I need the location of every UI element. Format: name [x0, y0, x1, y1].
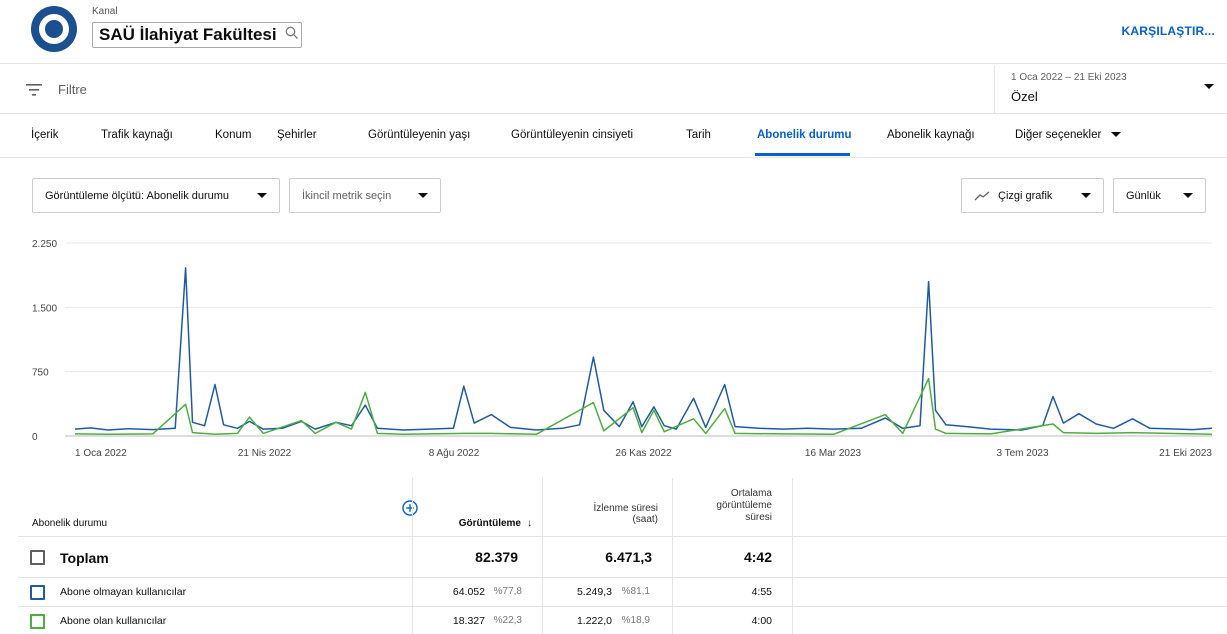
tab-content[interactable]: İçerik — [31, 129, 58, 141]
col-header-views: Görüntüleme — [458, 518, 521, 529]
tab-location[interactable]: Konum — [215, 129, 251, 141]
caret-down-icon — [1081, 193, 1091, 198]
row-views: 64.052 — [452, 586, 485, 598]
line-chart-icon — [974, 191, 990, 200]
total-label: Toplam — [60, 550, 109, 566]
y-tick-label: 1.500 — [32, 303, 57, 314]
nonsub-checkbox[interactable] — [30, 585, 45, 600]
sort-arrow-down-icon: ↓ — [527, 518, 532, 529]
caret-down-icon — [1183, 193, 1193, 198]
filter-bar: Filtre 1 Oca 2022 – 21 Eki 2023 Özel — [0, 65, 1227, 114]
col-avg-duration[interactable]: Ortalama görüntüleme süresi — [672, 478, 793, 536]
table-row: Abone olan kullanıcılar 18.327 %22,3 1.2… — [18, 607, 1227, 634]
x-tick-label: 21 Nis 2022 — [238, 448, 292, 459]
filter-input[interactable]: Filtre — [58, 82, 87, 97]
view-by-dropdown[interactable]: Görüntüleme ölçütü: Abonelik durumu — [32, 178, 280, 213]
channel-avatar[interactable] — [31, 6, 77, 52]
view-by-label: Görüntüleme ölçütü: Abonelik durumu — [45, 189, 230, 202]
row-views: 18.327 — [452, 615, 485, 627]
search-icon[interactable] — [285, 26, 299, 45]
caret-down-icon — [1110, 132, 1121, 138]
col-views[interactable]: Görüntüleme ↓ — [412, 478, 542, 536]
x-tick-label: 26 Kas 2022 — [615, 448, 672, 459]
y-tick-label: 2.250 — [32, 239, 57, 250]
filter-icon[interactable] — [26, 83, 42, 101]
granularity-dropdown[interactable]: Günlük — [1113, 178, 1206, 213]
active-tab-indicator — [755, 153, 850, 156]
tab-subscription-status[interactable]: Abonelik durumu — [757, 129, 852, 141]
tab-cities[interactable]: Şehirler — [277, 129, 317, 141]
x-tick-label: 8 Ağu 2022 — [429, 448, 480, 459]
compare-button[interactable]: KARŞILAŞTIR... — [1122, 24, 1215, 38]
x-tick-label: 1 Oca 2022 — [75, 448, 127, 459]
tab-subscription-source[interactable]: Abonelik kaynağı — [887, 129, 975, 141]
table-row-total: Toplam 82.379 6.471,3 4:42 — [18, 537, 1227, 578]
dimension-tabs: İçerik Trafik kaynağı Konum Şehirler Gör… — [0, 115, 1227, 158]
caret-down-icon — [257, 193, 267, 198]
series-line-subscribers — [74, 377, 1213, 436]
row-avg-duration: 4:55 — [751, 586, 772, 598]
line-chart[interactable]: 0 750 1.500 2.250 1 Oca 2022 21 Nis 2022 8 Ağu… — [0, 230, 1227, 468]
chart-type-label: Çizgi grafik — [998, 189, 1053, 202]
row-label: Abone olan kullanıcılar — [60, 615, 167, 627]
granularity-label: Günlük — [1126, 189, 1161, 202]
date-preset: Özel — [1011, 89, 1038, 104]
row-watch-pct: %81,1 — [621, 586, 650, 597]
more-options-label: Diğer seçenekler — [1015, 129, 1102, 141]
secondary-metric-dropdown[interactable]: İkincil metrik seçin — [289, 178, 441, 213]
sub-checkbox[interactable] — [30, 614, 45, 629]
channel-label: Kanal — [92, 6, 118, 17]
chart-type-dropdown[interactable]: Çizgi grafik — [961, 178, 1104, 213]
date-range-text: 1 Oca 2022 – 21 Eki 2023 — [1011, 72, 1127, 83]
series-line-nonsubscribers — [74, 267, 1213, 431]
table-header-row: Abonelik durumu Görüntüleme ↓ İzlenme sür… — [18, 478, 1227, 537]
tab-viewer-gender[interactable]: Görüntüleyenin cinsiyeti — [511, 129, 633, 141]
row-label: Abone olmayan kullanıcılar — [60, 586, 187, 598]
x-tick-label: 16 Mar 2023 — [805, 448, 862, 459]
channel-name: SAÜ İlahiyat Fakültesi — [99, 25, 277, 44]
col-header-dimension: Abonelik durumu — [32, 518, 108, 529]
logo-emblem-icon — [39, 14, 69, 44]
y-tick-label: 0 — [32, 432, 38, 443]
row-views-pct: %22,3 — [493, 615, 522, 626]
row-views-pct: %77,8 — [493, 586, 522, 597]
total-views: 82.379 — [475, 549, 518, 565]
total-watch-time: 6.471,3 — [605, 549, 652, 565]
total-checkbox[interactable] — [30, 550, 45, 565]
caret-down-icon — [418, 193, 428, 198]
table-row: Abone olmayan kullanıcılar 64.052 %77,8 … — [18, 578, 1227, 607]
col-header-watch-time: İzlenme süresi (saat) — [593, 503, 658, 525]
tab-viewer-age[interactable]: Görüntüleyenin yaşı — [368, 129, 470, 141]
row-watch-time: 5.249,3 — [576, 586, 612, 598]
row-watch-pct: %18,9 — [621, 615, 650, 626]
chevron-down-icon — [1204, 84, 1214, 89]
data-table: Abonelik durumu Görüntüleme ↓ İzlenme sür… — [18, 478, 1227, 634]
row-avg-duration: 4:00 — [751, 615, 772, 627]
tab-traffic-source[interactable]: Trafik kaynağı — [101, 129, 173, 141]
x-tick-label: 21 Eki 2023 — [1159, 448, 1212, 459]
row-watch-time: 1.222,0 — [576, 615, 612, 627]
tab-date[interactable]: Tarih — [686, 129, 711, 141]
y-tick-label: 750 — [32, 368, 49, 379]
col-watch-time[interactable]: İzlenme süresi (saat) — [542, 478, 672, 536]
secondary-metric-label: İkincil metrik seçin — [302, 189, 392, 202]
channel-selector[interactable]: SAÜ İlahiyat Fakültesi — [92, 22, 302, 48]
header: Kanal SAÜ İlahiyat Fakültesi KARŞILAŞTIR… — [0, 0, 1227, 64]
total-avg-duration: 4:42 — [743, 549, 772, 565]
date-range-selector[interactable]: 1 Oca 2022 – 21 Eki 2023 Özel — [994, 65, 1227, 113]
x-tick-label: 3 Tem 2023 — [996, 448, 1049, 459]
tab-more-options[interactable]: Diğer seçenekler — [1015, 129, 1121, 141]
col-header-avg-duration: Ortalama görüntüleme süresi — [716, 488, 772, 523]
